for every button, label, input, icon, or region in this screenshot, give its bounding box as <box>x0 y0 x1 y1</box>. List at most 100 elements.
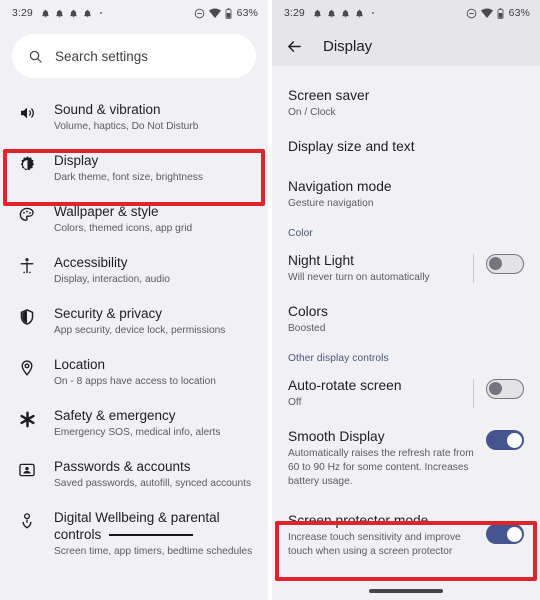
bell-icon <box>55 9 63 17</box>
row-title: Colors <box>288 304 328 319</box>
wifi-icon <box>208 8 221 18</box>
item-title: Sound & vibration <box>54 102 161 117</box>
toggle-knob <box>489 257 502 270</box>
status-icons-right: 63% <box>194 7 258 19</box>
item-title: Location <box>54 357 106 372</box>
sidebar-item-accessibility[interactable]: Accessibility Display, interaction, audi… <box>0 245 268 296</box>
search-icon <box>29 50 42 63</box>
battery-percent: 63% <box>508 7 530 19</box>
toggle-knob <box>506 526 522 542</box>
row-text: Auto-rotate screen Off <box>288 377 473 410</box>
row-screen-protector-mode[interactable]: Screen protector mode Increase touch sen… <box>272 498 540 568</box>
arrow-back-icon[interactable] <box>286 38 303 55</box>
row-text: Screen protector mode Increase touch sen… <box>288 512 486 559</box>
item-subtitle: Screen time, app timers, bedtime schedul… <box>54 546 253 557</box>
item-title: Passwords & accounts <box>54 459 191 474</box>
status-time: 3:29 <box>284 7 305 19</box>
section-header-other-display-controls: Other display controls <box>288 353 389 364</box>
settings-list: Sound & vibration Volume, haptics, Do No… <box>0 78 268 568</box>
row-display-size-and-text[interactable]: Display size and text <box>272 129 540 169</box>
row-auto-rotate-screen[interactable]: Auto-rotate screen Off <box>272 368 540 419</box>
annotation-underline <box>109 533 194 536</box>
status-bar-right: 3:29 63% <box>272 0 540 26</box>
sidebar-item-text: Display Dark theme, font size, brightnes… <box>54 152 203 185</box>
display-settings-screen: 3:29 63% Display Screen saver On / Clock… <box>272 0 540 600</box>
sidebar-item-text: Safety & emergency Emergency SOS, medica… <box>54 407 220 440</box>
battery-percent: 63% <box>236 7 258 19</box>
battery-icon <box>225 7 232 19</box>
item-title: Digital Wellbeing & parental controls <box>54 510 220 542</box>
notification-icons <box>41 8 103 19</box>
row-subtitle: Off <box>288 397 302 408</box>
section-header-color: Color <box>288 228 313 239</box>
row-text: Screen saver On / Clock <box>288 87 524 120</box>
status-icons-right: 63% <box>466 7 530 19</box>
row-text: Navigation mode Gesture navigation <box>288 178 524 211</box>
item-subtitle: App security, device lock, permissions <box>54 325 226 336</box>
search-settings-bar[interactable]: Search settings <box>12 34 256 78</box>
overflow-dot-icon <box>371 11 375 15</box>
accessibility-icon <box>14 257 40 275</box>
page-title: Display <box>323 37 373 55</box>
item-subtitle: Saved passwords, autofill, synced accoun… <box>54 478 252 489</box>
sidebar-item-wallpaper-style[interactable]: Wallpaper & style Colors, themed icons, … <box>0 194 268 245</box>
toggle-knob <box>489 382 502 395</box>
row-smooth-display[interactable]: Smooth Display Automatically raises the … <box>272 419 540 498</box>
brightness-icon <box>14 155 40 174</box>
item-subtitle: Colors, themed icons, app grid <box>54 223 193 234</box>
smooth-display-toggle[interactable] <box>486 430 524 450</box>
sidebar-item-text: Wallpaper & style Colors, themed icons, … <box>54 203 192 236</box>
row-divider <box>473 254 474 283</box>
sidebar-item-display[interactable]: Display Dark theme, font size, brightnes… <box>0 143 268 194</box>
row-text: Colors Boosted <box>288 303 524 336</box>
sidebar-item-text: Security & privacy App security, device … <box>54 305 225 338</box>
screen-protector-toggle[interactable] <box>486 524 524 544</box>
auto-rotate-toggle[interactable] <box>486 379 524 399</box>
notification-icons <box>313 8 375 19</box>
row-subtitle: Automatically raises the refresh rate fr… <box>288 448 474 487</box>
settings-home-screen: 3:29 63% Search settings Sound & vibrati… <box>0 0 268 600</box>
item-title: Wallpaper & style <box>54 204 159 219</box>
row-navigation-mode[interactable]: Navigation mode Gesture navigation <box>272 169 540 220</box>
sidebar-item-safety-emergency[interactable]: Safety & emergency Emergency SOS, medica… <box>0 398 268 449</box>
bell-icon <box>327 9 335 17</box>
row-title: Auto-rotate screen <box>288 378 402 393</box>
bell-icon <box>313 9 321 17</box>
bell-icon <box>355 9 363 17</box>
row-subtitle: Will never turn on automatically <box>288 272 430 283</box>
sidebar-item-text: Passwords & accounts Saved passwords, au… <box>54 458 251 491</box>
row-night-light[interactable]: Night Light Will never turn on automatic… <box>272 243 540 294</box>
row-divider <box>473 379 474 408</box>
bell-icon <box>83 9 91 17</box>
row-title: Screen protector mode <box>288 513 429 528</box>
sidebar-item-security-privacy[interactable]: Security & privacy App security, device … <box>0 296 268 347</box>
dual-screenshot-container: 3:29 63% Search settings Sound & vibrati… <box>0 0 540 600</box>
row-subtitle: Boosted <box>288 323 326 334</box>
sidebar-item-text: Digital Wellbeing & parental controls Sc… <box>54 509 254 559</box>
row-title: Display size and text <box>288 139 415 154</box>
row-screen-saver[interactable]: Screen saver On / Clock <box>272 78 540 129</box>
row-title: Screen saver <box>288 88 370 103</box>
night-light-toggle[interactable] <box>486 254 524 274</box>
sidebar-item-digital-wellbeing[interactable]: Digital Wellbeing & parental controls Sc… <box>0 500 268 568</box>
sidebar-item-sound-vibration[interactable]: Sound & vibration Volume, haptics, Do No… <box>0 92 268 143</box>
item-subtitle: Emergency SOS, medical info, alerts <box>54 427 221 438</box>
overflow-dot-icon <box>99 11 103 15</box>
palette-icon <box>14 206 40 224</box>
home-indicator[interactable] <box>369 589 443 593</box>
sound-icon <box>14 104 40 122</box>
bell-icon <box>69 9 77 17</box>
item-subtitle: Volume, haptics, Do Not Disturb <box>54 121 199 132</box>
row-text: Display size and text <box>288 138 524 156</box>
search-input-placeholder[interactable]: Search settings <box>55 49 148 64</box>
do-not-disturb-icon <box>466 8 476 18</box>
display-settings-list: Screen saver On / Clock Display size and… <box>272 66 540 568</box>
row-colors[interactable]: Colors Boosted <box>272 294 540 345</box>
sidebar-item-location[interactable]: Location On - 8 apps have access to loca… <box>0 347 268 398</box>
shield-icon <box>14 308 40 326</box>
status-bar-left: 3:29 63% <box>0 0 268 26</box>
sidebar-item-passwords-accounts[interactable]: Passwords & accounts Saved passwords, au… <box>0 449 268 500</box>
item-subtitle: Dark theme, font size, brightness <box>54 172 203 183</box>
row-subtitle: On / Clock <box>288 107 336 118</box>
sidebar-item-text: Location On - 8 apps have access to loca… <box>54 356 216 389</box>
